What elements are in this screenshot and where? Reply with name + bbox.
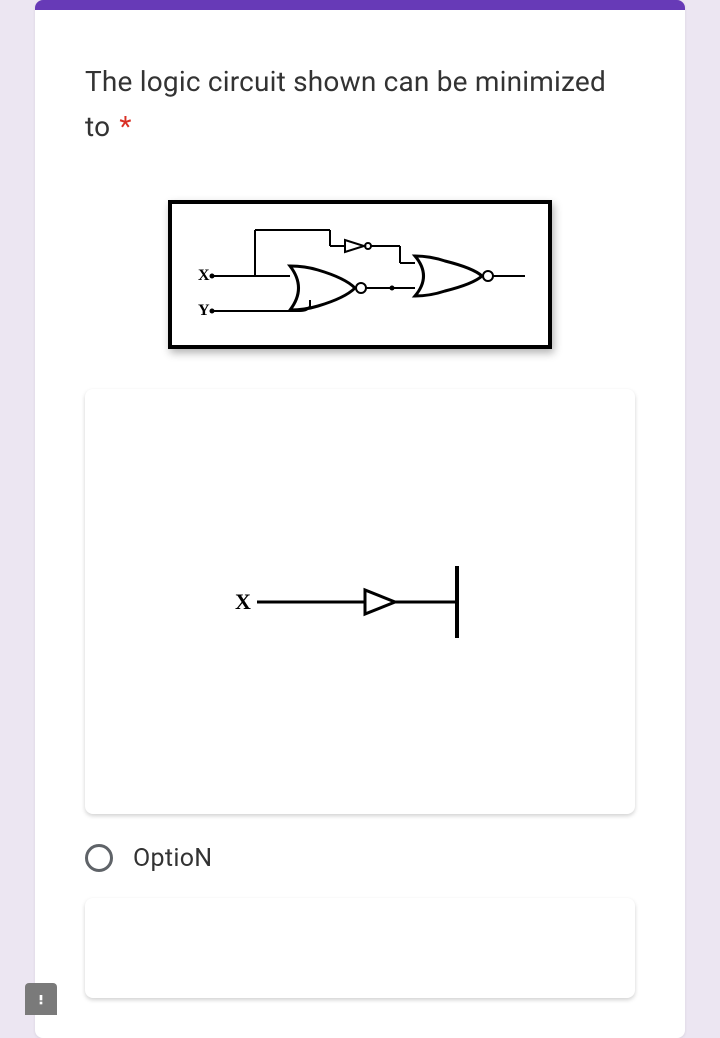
form-card: The logic circuit shown can be minimized… [35,0,685,1038]
option-circuit-svg: X [235,556,485,646]
option-radio-row-1[interactable]: OptioN [85,844,635,873]
question-text: The logic circuit shown can be minimized… [85,60,635,150]
question-text-content: The logic circuit shown can be minimized… [85,65,606,143]
circuit-svg: X Y [190,218,530,323]
option-input-x: X [235,589,251,614]
report-problem-button[interactable] [25,983,57,1015]
option-image-card-2[interactable] [85,898,635,998]
option-1-diagram: X [235,556,485,646]
question-area: The logic circuit shown can be minimized… [35,10,685,170]
option-image-card-1[interactable]: X [85,389,635,814]
alert-icon [33,991,49,1007]
input-x-label: X [198,267,210,284]
radio-button-icon[interactable] [85,844,113,872]
main-circuit-diagram: X Y [168,200,552,349]
required-indicator: * [119,110,131,143]
input-y-label: Y [198,302,210,319]
option-1-label: OptioN [133,844,212,873]
main-circuit-container: X Y [35,200,685,349]
